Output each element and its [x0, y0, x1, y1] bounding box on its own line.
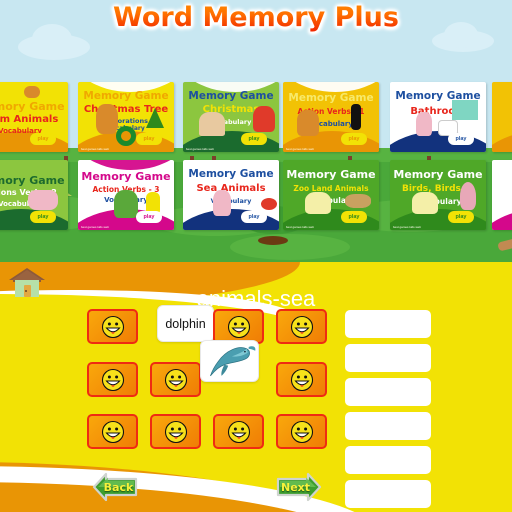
game-card[interactable]: Memory Game Bathroom play [390, 82, 486, 152]
app-title: Word Memory Plus [0, 2, 512, 33]
log-icon [497, 237, 512, 252]
hippo-icon [412, 192, 438, 214]
answer-slot[interactable] [345, 344, 431, 372]
kids-icon [199, 112, 225, 136]
dog-mascot-icon [297, 110, 319, 136]
card-play-button[interactable]: play [30, 133, 56, 145]
memory-card[interactable] [150, 414, 201, 449]
memory-card[interactable] [276, 309, 327, 344]
answer-slot[interactable] [345, 412, 431, 440]
cat-icon [416, 112, 432, 136]
game-panel: animals-sea dolphin Back Next [0, 262, 512, 512]
memory-card[interactable] [276, 414, 327, 449]
smiley-face-icon [164, 420, 187, 443]
card-heading: Memory Game [0, 174, 65, 187]
hippo-icon [305, 192, 331, 214]
memory-card-revealed-word[interactable]: dolphin [157, 305, 214, 342]
smiley-face-icon [101, 420, 124, 443]
crab-icon [261, 198, 277, 210]
game-card[interactable]: Memory Game Actions Verbs -2 Vocabulary … [0, 160, 68, 230]
sky-background: Word Memory Plus Memory Game Farm Animal… [0, 0, 512, 262]
game-card[interactable]: Memory Game Action Verbs - 1 Vocabulary … [283, 82, 379, 152]
smiley-face-icon [227, 420, 250, 443]
smiley-face-icon [290, 315, 313, 338]
smiley-face-icon [101, 315, 124, 338]
card-play-button[interactable]: play [448, 133, 474, 145]
smiley-face-icon [101, 368, 124, 391]
card-footer: best games kids web [286, 147, 315, 151]
lion-icon [345, 194, 371, 208]
card-heading: Memory Game [188, 168, 274, 180]
dolphin-image-icon [209, 346, 255, 377]
memory-card[interactable] [87, 414, 138, 449]
game-card[interactable]: Memory Game Sea Animals Vocabulary play [183, 160, 279, 230]
card-play-button[interactable]: play [136, 211, 162, 223]
wreath-icon [116, 126, 136, 146]
grass-mound [230, 234, 350, 260]
answer-slot[interactable] [345, 378, 431, 406]
card-footer: best games kids web [286, 225, 315, 229]
back-button[interactable]: Back [92, 467, 138, 507]
memory-card[interactable] [213, 309, 264, 344]
dinosaur-icon [114, 190, 138, 218]
memory-card[interactable] [87, 309, 138, 344]
card-play-button[interactable]: play [136, 133, 162, 145]
answer-slot[interactable] [345, 480, 431, 508]
smiley-face-icon [290, 420, 313, 443]
dog-mascot-icon [96, 104, 118, 134]
smiley-face-icon [164, 368, 187, 391]
game-card[interactable] [492, 160, 512, 230]
home-icon[interactable] [8, 265, 46, 299]
memory-card[interactable] [213, 414, 264, 449]
card-play-button[interactable]: play [448, 211, 474, 223]
memory-card[interactable] [87, 362, 138, 397]
card-play-button[interactable]: play [341, 211, 367, 223]
santa-icon [253, 106, 275, 132]
card-heading: Memory Game [393, 168, 483, 181]
next-button-label: Next [280, 480, 311, 494]
revealed-word-text: dolphin [165, 316, 206, 331]
smiley-face-icon [290, 368, 313, 391]
card-footer: best games kids web [186, 147, 215, 151]
game-card[interactable]: Memory Game Farm Animals Vocabulary play [0, 82, 68, 152]
card-name: Farm Animals [0, 114, 59, 125]
card-name: Sea Animals [196, 183, 266, 194]
card-heading: Memory Game [81, 170, 171, 183]
card-play-button[interactable]: play [30, 211, 56, 223]
game-card[interactable]: Memory Game Zoo Land Animals Vocabulary … [283, 160, 379, 230]
back-button-label: Back [103, 480, 134, 494]
card-footer: best games kids web [393, 225, 422, 229]
card-footer: best games kids web [81, 147, 110, 151]
game-card[interactable]: Memory Game Birds, Birds -3 Vocabulary p… [390, 160, 486, 230]
card-play-button[interactable]: play [241, 211, 267, 223]
cat-icon [213, 190, 231, 216]
cow-mascot-icon [24, 86, 40, 98]
mirror-icon [452, 100, 478, 120]
game-card[interactable] [492, 82, 512, 152]
card-heading: Memory Game [0, 100, 65, 113]
memory-card[interactable] [276, 362, 327, 397]
answer-slot[interactable] [345, 310, 431, 338]
card-heading: Memory Game [83, 90, 169, 102]
card-footer: best games kids web [81, 225, 110, 229]
dirt-hole [258, 236, 288, 245]
memory-card-revealed-image[interactable] [200, 340, 259, 382]
card-heading: Memory Game [288, 92, 374, 104]
card-heading: Memory Game [286, 168, 376, 181]
smiley-face-icon [227, 315, 250, 338]
card-play-button[interactable]: play [241, 133, 267, 145]
game-card[interactable]: Memory Game Christmas Tree Decorations V… [78, 82, 174, 152]
game-card[interactable]: Memory Game Action Verbs - 3 Vocabulary … [78, 160, 174, 230]
memory-card[interactable] [150, 362, 201, 397]
christmas-tree-icon [146, 108, 164, 128]
game-card[interactable]: Memory Game Christmas Vocabulary play be… [183, 82, 279, 152]
card-play-button[interactable]: play [341, 133, 367, 145]
sleeping-kid-icon [28, 190, 58, 210]
card-name: Zoo Land Animals [293, 184, 369, 193]
answer-slot[interactable] [345, 446, 431, 474]
runner-icon [351, 104, 361, 130]
next-button[interactable]: Next [276, 467, 322, 507]
bird-icon [460, 182, 476, 210]
card-heading: Memory Game [188, 90, 274, 102]
